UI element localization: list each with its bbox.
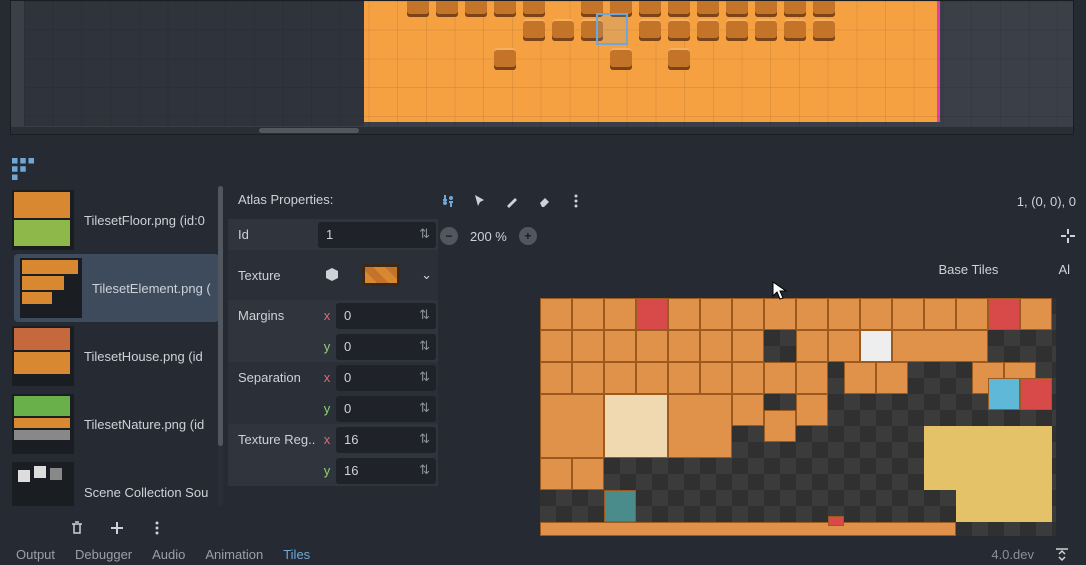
source-label: Scene Collection Sou (84, 485, 208, 500)
alternative-tiles-tab[interactable]: Al (1058, 262, 1070, 277)
id-input[interactable]: 1⇅ (318, 222, 436, 248)
setup-tool-icon[interactable] (440, 193, 456, 209)
source-item-scene-collection[interactable]: Scene Collection Sou (10, 458, 223, 506)
source-label: TilesetElement.png ( (92, 281, 211, 296)
tiles-tab[interactable]: Tiles (283, 547, 310, 562)
expand-bottom-panel-icon[interactable] (1054, 546, 1070, 562)
center-view-icon[interactable] (1060, 228, 1076, 244)
version-label: 4.0.dev (991, 547, 1034, 562)
audio-tab[interactable]: Audio (152, 547, 185, 562)
region-x-input[interactable]: 16⇅ (336, 427, 436, 453)
delete-source-button[interactable] (69, 520, 85, 536)
atlas-status-text: 1, (0, 0), 0 (1017, 194, 1076, 209)
margins-x-input[interactable]: 0⇅ (336, 303, 436, 329)
region-y-input[interactable]: 16⇅ (336, 458, 436, 484)
atlas-menu-icon[interactable] (568, 193, 584, 209)
texture-label: Texture (228, 268, 318, 283)
texture-preview[interactable] (362, 264, 400, 286)
zoom-level-text: 200 % (470, 229, 507, 244)
viewport-hscrollbar[interactable] (11, 127, 1073, 134)
atlas-properties-panel: Atlas Properties: Id 1⇅ Texture ⌄ Margin… (228, 186, 438, 506)
tileset-mode-icon[interactable] (12, 158, 34, 180)
source-list-scrollbar[interactable] (218, 186, 223, 506)
texture-type-icon[interactable] (324, 267, 340, 283)
source-label: TilesetNature.png (id (84, 417, 204, 432)
selected-map-tile (596, 13, 628, 45)
properties-title: Atlas Properties: (228, 186, 438, 219)
id-label: Id (228, 227, 318, 242)
source-label: TilesetFloor.png (id:0 (84, 213, 205, 228)
separation-label: Separation (228, 370, 318, 385)
texture-dropdown-icon[interactable]: ⌄ (421, 267, 432, 283)
zoom-in-button[interactable]: + (519, 227, 537, 245)
margins-y-input[interactable]: 0⇅ (336, 334, 436, 360)
debugger-tab[interactable]: Debugger (75, 547, 132, 562)
source-label: TilesetHouse.png (id (84, 349, 203, 364)
map-viewport[interactable] (10, 0, 1074, 135)
add-source-button[interactable] (109, 520, 125, 536)
base-tiles-tab[interactable]: Base Tiles (938, 262, 998, 277)
animation-tab[interactable]: Animation (205, 547, 263, 562)
bottom-panel-tabs: Output Debugger Audio Animation Tiles 4.… (10, 543, 1076, 565)
source-menu-button[interactable] (149, 520, 165, 536)
separation-y-input[interactable]: 0⇅ (336, 396, 436, 422)
source-item-house[interactable]: TilesetHouse.png (id (10, 322, 223, 390)
source-item-nature[interactable]: TilesetNature.png (id (10, 390, 223, 458)
tileset-source-list[interactable]: TilesetFloor.png (id:0 TilesetElement.pn… (10, 186, 223, 506)
output-tab[interactable]: Output (16, 547, 55, 562)
source-item-floor[interactable]: TilesetFloor.png (id:0 (10, 186, 223, 254)
zoom-out-button[interactable]: − (440, 227, 458, 245)
paint-tool-icon[interactable] (504, 193, 520, 209)
select-tool-icon[interactable] (472, 193, 488, 209)
source-item-element[interactable]: TilesetElement.png ( (14, 254, 219, 322)
erase-tool-icon[interactable] (536, 193, 552, 209)
region-label: Texture Reg.. (228, 432, 318, 447)
margins-label: Margins (228, 308, 318, 323)
separation-x-input[interactable]: 0⇅ (336, 365, 436, 391)
tileset-texture-view[interactable] (540, 298, 1056, 536)
